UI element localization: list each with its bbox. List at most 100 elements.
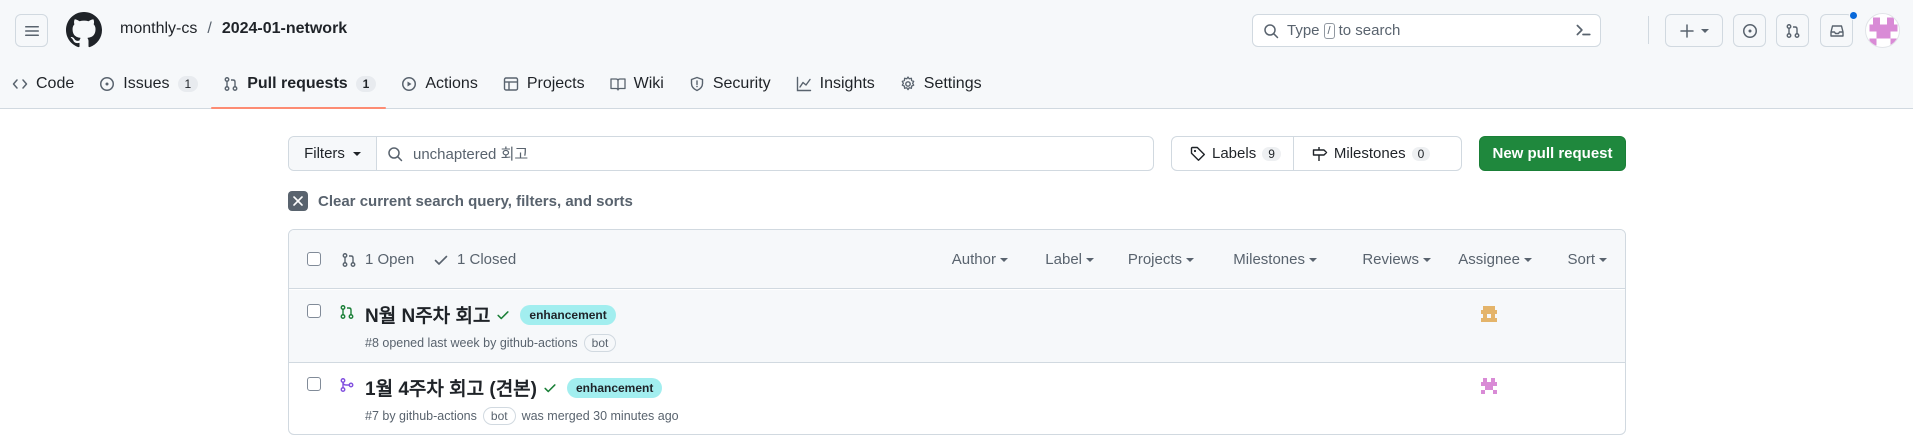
repo-tabs: Code Issues 1 Pull requests 1 Actions Pr…: [0, 64, 995, 109]
tab-label: Insights: [819, 75, 875, 92]
chevron-down-icon: [1186, 257, 1194, 262]
search-shortcut-key: /: [1323, 22, 1335, 39]
search-query-text: unchaptered 회고: [413, 146, 529, 163]
pr-label[interactable]: enhancement: [567, 377, 663, 398]
tab-label: Settings: [923, 75, 982, 92]
author-filter[interactable]: Author: [952, 251, 1008, 268]
label-filter[interactable]: Label: [1045, 251, 1094, 268]
tab-security[interactable]: Security: [677, 64, 781, 104]
book-icon: [609, 78, 626, 91]
milestones-label: Milestones: [1333, 145, 1406, 162]
create-new-button[interactable]: [1665, 14, 1723, 47]
milestone-icon: [1312, 146, 1328, 161]
tab-label: Issues: [123, 75, 170, 92]
check-icon[interactable]: [496, 308, 510, 322]
issue-opened-icon: [1742, 23, 1757, 38]
pr-meta-text: #7 by github-actions: [365, 409, 477, 423]
chevron-down-icon: [352, 151, 361, 156]
check-icon: [434, 255, 448, 265]
milestones-filter[interactable]: Milestones: [1233, 251, 1317, 268]
tab-wiki[interactable]: Wiki: [598, 64, 674, 104]
play-icon: [402, 77, 417, 91]
pr-search-input[interactable]: unchaptered 회고: [377, 137, 1153, 170]
open-filter-link[interactable]: 1 Open: [341, 251, 414, 268]
user-avatar[interactable]: [1865, 13, 1900, 48]
tab-counter: 1: [177, 76, 199, 92]
graph-icon: [796, 76, 811, 92]
tab-label: Actions: [425, 75, 478, 92]
tab-settings[interactable]: Settings: [888, 64, 992, 104]
x-icon: [288, 191, 308, 211]
pr-label[interactable]: enhancement: [520, 304, 616, 325]
breadcrumb-separator: /: [207, 20, 212, 37]
tab-counter: 1: [355, 76, 377, 92]
git-pull-request-open-icon: [340, 305, 354, 319]
repo-header: monthly-cs / 2024-01-network Type / to s…: [0, 0, 1913, 109]
assignee-avatar[interactable]: [1479, 304, 1499, 324]
filters-label: Filters: [304, 145, 345, 162]
bot-badge: bot: [482, 407, 516, 425]
tab-pull-requests[interactable]: Pull requests 1: [211, 64, 387, 109]
assignee-avatar[interactable]: [1479, 376, 1499, 396]
tab-label: Code: [36, 75, 75, 92]
row-checkbox[interactable]: [307, 377, 321, 391]
breadcrumb: monthly-cs / 2024-01-network: [120, 20, 347, 38]
tab-actions[interactable]: Actions: [389, 64, 487, 104]
pr-title-link[interactable]: 1월 4주차 회고 (견본) enhancement: [365, 374, 663, 401]
bot-badge: bot: [583, 334, 617, 352]
chevron-down-icon: [1701, 28, 1709, 33]
repo-name-link[interactable]: 2024-01-network: [222, 20, 347, 38]
tab-issues[interactable]: Issues 1: [87, 64, 208, 104]
pull-requests-shortcut-button[interactable]: [1776, 14, 1809, 47]
table-icon: [503, 77, 519, 91]
row-checkbox[interactable]: [307, 304, 321, 318]
pr-merged-text: was merged 30 minutes ago: [521, 409, 679, 423]
pr-meta-text: #8 opened last week by github-actions: [365, 336, 578, 350]
repo-owner-link[interactable]: monthly-cs: [120, 20, 197, 38]
reviews-filter[interactable]: Reviews: [1362, 251, 1431, 268]
command-palette-icon[interactable]: [1574, 21, 1592, 39]
inbox-button[interactable]: [1820, 14, 1853, 47]
code-icon: [12, 79, 28, 89]
tab-code[interactable]: Code: [0, 64, 84, 104]
inbox-icon: [1829, 24, 1844, 37]
chevron-down-icon: [1423, 257, 1431, 262]
clear-filters-text: Clear current search query, filters, and…: [318, 192, 633, 210]
sort-dropdown[interactable]: Sort: [1567, 251, 1607, 268]
issues-shortcut-button[interactable]: [1733, 14, 1766, 47]
select-all-checkbox[interactable]: [307, 252, 321, 266]
chevron-down-icon: [1524, 257, 1532, 262]
search-placeholder-suffix: to search: [1338, 22, 1401, 39]
filter-bar: Filters unchaptered 회고: [288, 136, 1154, 171]
pr-title-link[interactable]: N월 N주차 회고 enhancement: [365, 301, 616, 328]
tab-insights[interactable]: Insights: [784, 64, 885, 104]
plus-icon: [1680, 23, 1694, 38]
identicon-avatar: [1869, 17, 1898, 46]
global-search-input[interactable]: Type / to search: [1252, 14, 1601, 47]
filters-dropdown-button[interactable]: Filters: [289, 137, 377, 170]
projects-filter[interactable]: Projects: [1128, 251, 1194, 268]
menu-button[interactable]: [15, 14, 48, 47]
chevron-down-icon: [1086, 257, 1094, 262]
pull-request-row[interactable]: 1월 4주차 회고 (견본) enhancement #7 by github-…: [289, 363, 1625, 434]
clear-filters-link[interactable]: Clear current search query, filters, and…: [288, 191, 633, 211]
closed-filter-link[interactable]: 1 Closed: [433, 251, 516, 268]
new-pull-request-button[interactable]: New pull request: [1479, 136, 1626, 171]
tab-label: Wiki: [633, 75, 664, 92]
gear-icon: [901, 76, 915, 91]
github-logo-icon[interactable]: [66, 12, 102, 48]
check-icon[interactable]: [543, 381, 557, 395]
labels-button[interactable]: Labels 9: [1172, 137, 1293, 170]
git-merge-icon: [340, 378, 354, 392]
tab-projects[interactable]: Projects: [491, 64, 595, 104]
assignee-filter[interactable]: Assignee: [1458, 251, 1532, 268]
pr-meta: #8 opened last week by github-actions bo…: [365, 334, 618, 352]
pr-title-text: N월 N주차 회고: [365, 306, 491, 327]
list-header: 1 Open 1 Closed Author Label Projects Mi…: [289, 230, 1625, 289]
milestones-counter: 0: [1411, 146, 1431, 161]
milestones-button[interactable]: Milestones 0: [1292, 137, 1442, 170]
pull-request-row[interactable]: N월 N주차 회고 enhancement #8 opened last wee…: [289, 290, 1625, 363]
chevron-down-icon: [1599, 257, 1607, 262]
labels-milestones-group: Labels 9 Milestones 0: [1171, 136, 1462, 171]
search-icon: [1264, 23, 1279, 38]
